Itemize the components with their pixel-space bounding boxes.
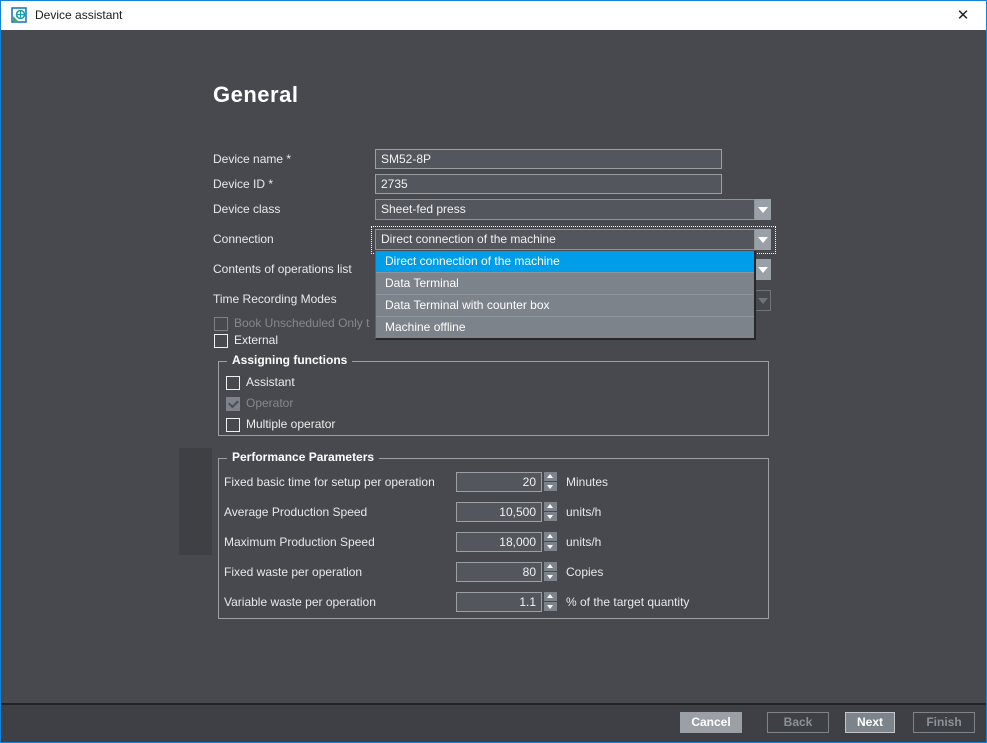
assistant-label: Assistant bbox=[246, 375, 295, 389]
spin-up-icon[interactable] bbox=[544, 472, 557, 481]
variable-waste-label: Variable waste per operation bbox=[224, 592, 376, 612]
multiple-operator-label: Multiple operator bbox=[246, 417, 335, 431]
spin-up-icon[interactable] bbox=[544, 502, 557, 511]
spin-up-icon[interactable] bbox=[544, 562, 557, 571]
assigning-functions-groupbox: Assigning functions Assistant Operator M… bbox=[218, 361, 769, 436]
shadow-artifact bbox=[179, 448, 212, 555]
contents-of-operations-list-dropdown-arrow-icon[interactable] bbox=[755, 259, 771, 280]
spin-up-icon[interactable] bbox=[544, 532, 557, 541]
finish-button: Finish bbox=[913, 712, 975, 733]
device-id-label: Device ID * bbox=[213, 175, 273, 194]
time-recording-modes-label: Time Recording Modes bbox=[213, 290, 337, 309]
fixed-basic-time-stepper bbox=[544, 472, 557, 492]
connection-dropdown-list: Direct connection of the machine Data Te… bbox=[375, 251, 756, 340]
footer: Cancel Back Next Finish bbox=[1, 705, 986, 742]
average-production-speed-stepper bbox=[544, 502, 557, 522]
device-name-label: Device name * bbox=[213, 150, 291, 169]
performance-parameters-groupbox: Performance Parameters Fixed basic time … bbox=[218, 458, 769, 619]
average-production-speed-label: Average Production Speed bbox=[224, 502, 367, 522]
book-unscheduled-checkbox bbox=[214, 317, 228, 331]
multiple-operator-checkbox[interactable] bbox=[226, 418, 240, 432]
fixed-basic-time-input[interactable] bbox=[456, 472, 542, 492]
device-name-input[interactable] bbox=[375, 149, 722, 169]
fixed-basic-time-label: Fixed basic time for setup per operation bbox=[224, 472, 435, 492]
spin-down-icon[interactable] bbox=[544, 602, 557, 611]
variable-waste-stepper bbox=[544, 592, 557, 612]
device-class-label: Device class bbox=[213, 200, 280, 219]
performance-parameters-legend: Performance Parameters bbox=[227, 450, 379, 464]
assistant-checkbox[interactable] bbox=[226, 376, 240, 390]
average-production-speed-unit: units/h bbox=[566, 502, 601, 522]
contents-of-operations-list-label: Contents of operations list bbox=[213, 260, 352, 279]
average-production-speed-input[interactable] bbox=[456, 502, 542, 522]
dropdown-option-data-terminal[interactable]: Data Terminal bbox=[376, 272, 754, 294]
connection-label: Connection bbox=[213, 230, 274, 249]
close-icon[interactable]: ✕ bbox=[946, 1, 980, 30]
back-button: Back bbox=[767, 712, 829, 733]
maximum-production-speed-input[interactable] bbox=[456, 532, 542, 552]
fixed-waste-unit: Copies bbox=[566, 562, 603, 582]
spin-down-icon[interactable] bbox=[544, 572, 557, 581]
connection-focus-ring bbox=[371, 226, 776, 254]
spin-down-icon[interactable] bbox=[544, 512, 557, 521]
fixed-waste-stepper bbox=[544, 562, 557, 582]
spin-up-icon[interactable] bbox=[544, 592, 557, 601]
variable-waste-input[interactable] bbox=[456, 592, 542, 612]
maximum-production-speed-unit: units/h bbox=[566, 532, 601, 552]
dropdown-option-data-terminal-counter-box[interactable]: Data Terminal with counter box bbox=[376, 294, 754, 316]
operator-label: Operator bbox=[246, 396, 293, 410]
time-recording-modes-dropdown-arrow-icon bbox=[755, 290, 771, 311]
device-id-input[interactable] bbox=[375, 174, 722, 194]
dropdown-option-machine-offline[interactable]: Machine offline bbox=[376, 316, 754, 338]
next-button[interactable]: Next bbox=[845, 712, 895, 733]
device-class-combobox[interactable]: Sheet-fed press bbox=[375, 199, 755, 220]
fixed-waste-label: Fixed waste per operation bbox=[224, 562, 362, 582]
dropdown-option-direct-connection[interactable]: Direct connection of the machine bbox=[376, 251, 754, 272]
variable-waste-unit: % of the target quantity bbox=[566, 592, 689, 612]
maximum-production-speed-label: Maximum Production Speed bbox=[224, 532, 375, 552]
spin-down-icon[interactable] bbox=[544, 482, 557, 491]
operator-checkbox bbox=[226, 397, 240, 411]
maximum-production-speed-stepper bbox=[544, 532, 557, 552]
external-label: External bbox=[234, 333, 278, 347]
device-assistant-app-icon bbox=[11, 7, 28, 24]
device-class-dropdown-arrow-icon[interactable] bbox=[755, 199, 771, 220]
window-title: Device assistant bbox=[35, 1, 122, 30]
cancel-button[interactable]: Cancel bbox=[680, 712, 742, 733]
spin-down-icon[interactable] bbox=[544, 542, 557, 551]
fixed-basic-time-unit: Minutes bbox=[566, 472, 608, 492]
external-checkbox[interactable] bbox=[214, 334, 228, 348]
fixed-waste-input[interactable] bbox=[456, 562, 542, 582]
book-unscheduled-label: Book Unscheduled Only t bbox=[234, 316, 369, 330]
assigning-functions-legend: Assigning functions bbox=[227, 353, 352, 367]
titlebar: Device assistant ✕ bbox=[1, 1, 986, 30]
page-title: General bbox=[213, 82, 298, 108]
